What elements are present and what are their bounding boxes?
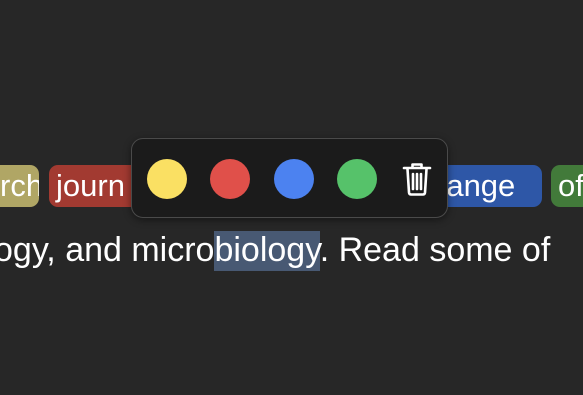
text-before-selection: ogy, and micro: [0, 231, 215, 269]
color-swatch-blue[interactable]: [274, 159, 314, 199]
body-text-line: ogy, and microbiology. Read some of: [0, 226, 550, 274]
highlight-color-popover: [131, 138, 448, 218]
highlight-tag-yellow[interactable]: rch: [0, 165, 39, 207]
color-swatch-green[interactable]: [337, 159, 377, 199]
highlight-tag-green[interactable]: of: [551, 165, 583, 207]
text-after-selection: . Read some of: [319, 231, 551, 269]
color-swatch-yellow[interactable]: [147, 159, 187, 199]
trash-icon: [402, 163, 432, 196]
selected-text[interactable]: biology: [214, 231, 320, 271]
color-swatch-red[interactable]: [210, 159, 250, 199]
delete-highlight-button[interactable]: [400, 161, 434, 197]
